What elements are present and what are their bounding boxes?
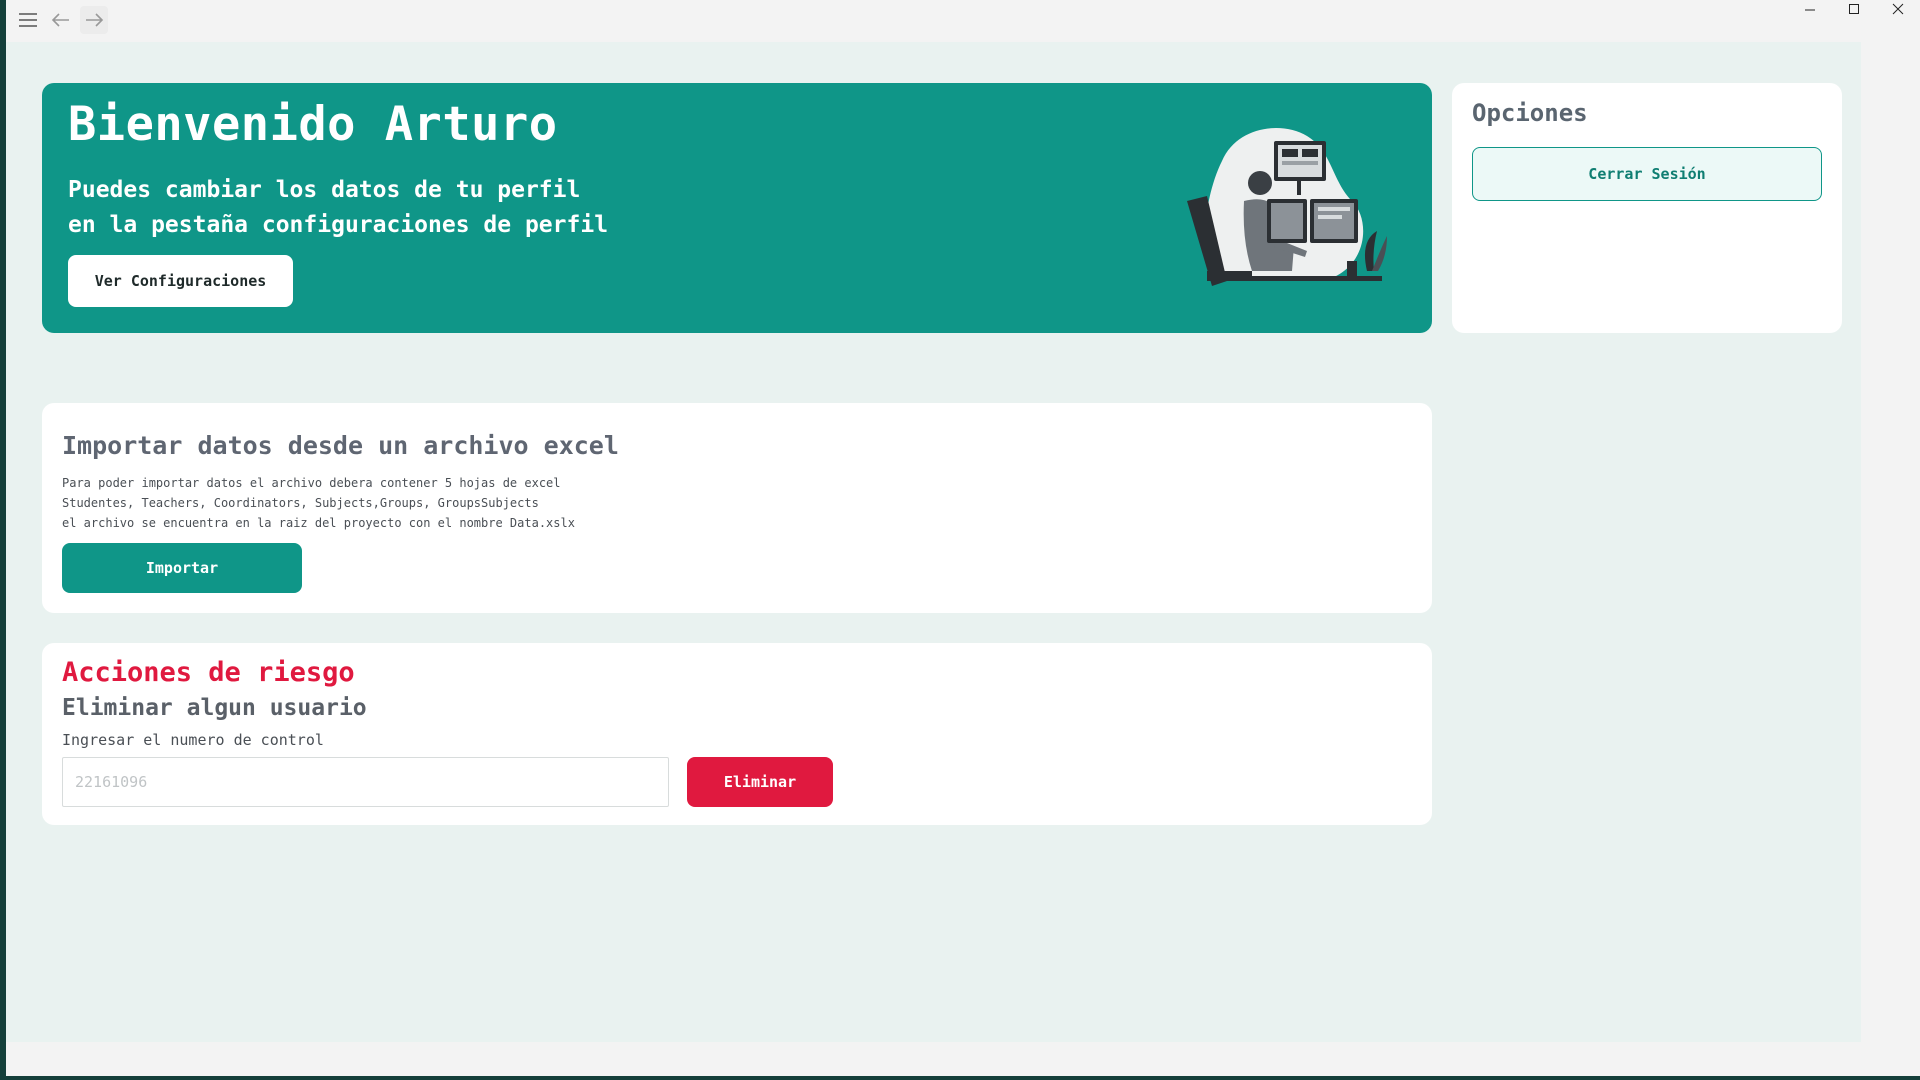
delete-user-button[interactable]: Eliminar — [687, 757, 833, 807]
import-description-line: Para poder importar datos el archivo deb… — [62, 476, 561, 490]
developer-illustration-icon — [1187, 128, 1387, 286]
welcome-title: Bienvenido Arturo — [68, 97, 558, 152]
title-bar — [6, 0, 1920, 42]
control-number-label: Ingresar el numero de control — [62, 731, 324, 749]
logout-button[interactable]: Cerrar Sesión — [1472, 147, 1822, 201]
import-button[interactable]: Importar — [62, 543, 302, 593]
import-description-line: el archivo se encuentra en la raiz del p… — [62, 516, 575, 530]
app-window: Bienvenido Arturo Puedes cambiar los dat… — [6, 0, 1920, 1076]
hamburger-icon[interactable] — [14, 6, 42, 34]
import-description: Para poder importar datos el archivo deb… — [62, 473, 575, 533]
arrow-right-icon[interactable] — [80, 6, 108, 34]
import-title: Importar datos desde un archivo excel — [62, 431, 619, 460]
welcome-subtitle: Puedes cambiar los datos de tu perfil en… — [68, 173, 608, 243]
welcome-subtitle-line: en la pestaña configuraciones de perfil — [68, 212, 609, 238]
arrow-left-icon[interactable] — [47, 6, 75, 34]
control-number-input[interactable] — [62, 757, 669, 807]
maximize-icon[interactable] — [1832, 0, 1876, 18]
delete-user-subtitle: Eliminar algun usuario — [62, 695, 367, 721]
import-card: Importar datos desde un archivo excel Pa… — [42, 403, 1432, 613]
options-title: Opciones — [1472, 99, 1588, 127]
main-content: Bienvenido Arturo Puedes cambiar los dat… — [6, 42, 1861, 1042]
view-settings-button[interactable]: Ver Configuraciones — [68, 255, 293, 307]
import-description-line: Studentes, Teachers, Coordinators, Subje… — [62, 496, 539, 510]
options-panel: Opciones Cerrar Sesión — [1452, 83, 1842, 333]
close-icon[interactable] — [1876, 0, 1920, 18]
minimize-icon[interactable] — [1788, 0, 1832, 18]
welcome-subtitle-line: Puedes cambiar los datos de tu perfil — [68, 177, 581, 203]
risk-actions-card: Acciones de riesgo Eliminar algun usuari… — [42, 643, 1432, 825]
risk-actions-title: Acciones de riesgo — [62, 657, 355, 688]
welcome-banner: Bienvenido Arturo Puedes cambiar los dat… — [42, 83, 1432, 333]
